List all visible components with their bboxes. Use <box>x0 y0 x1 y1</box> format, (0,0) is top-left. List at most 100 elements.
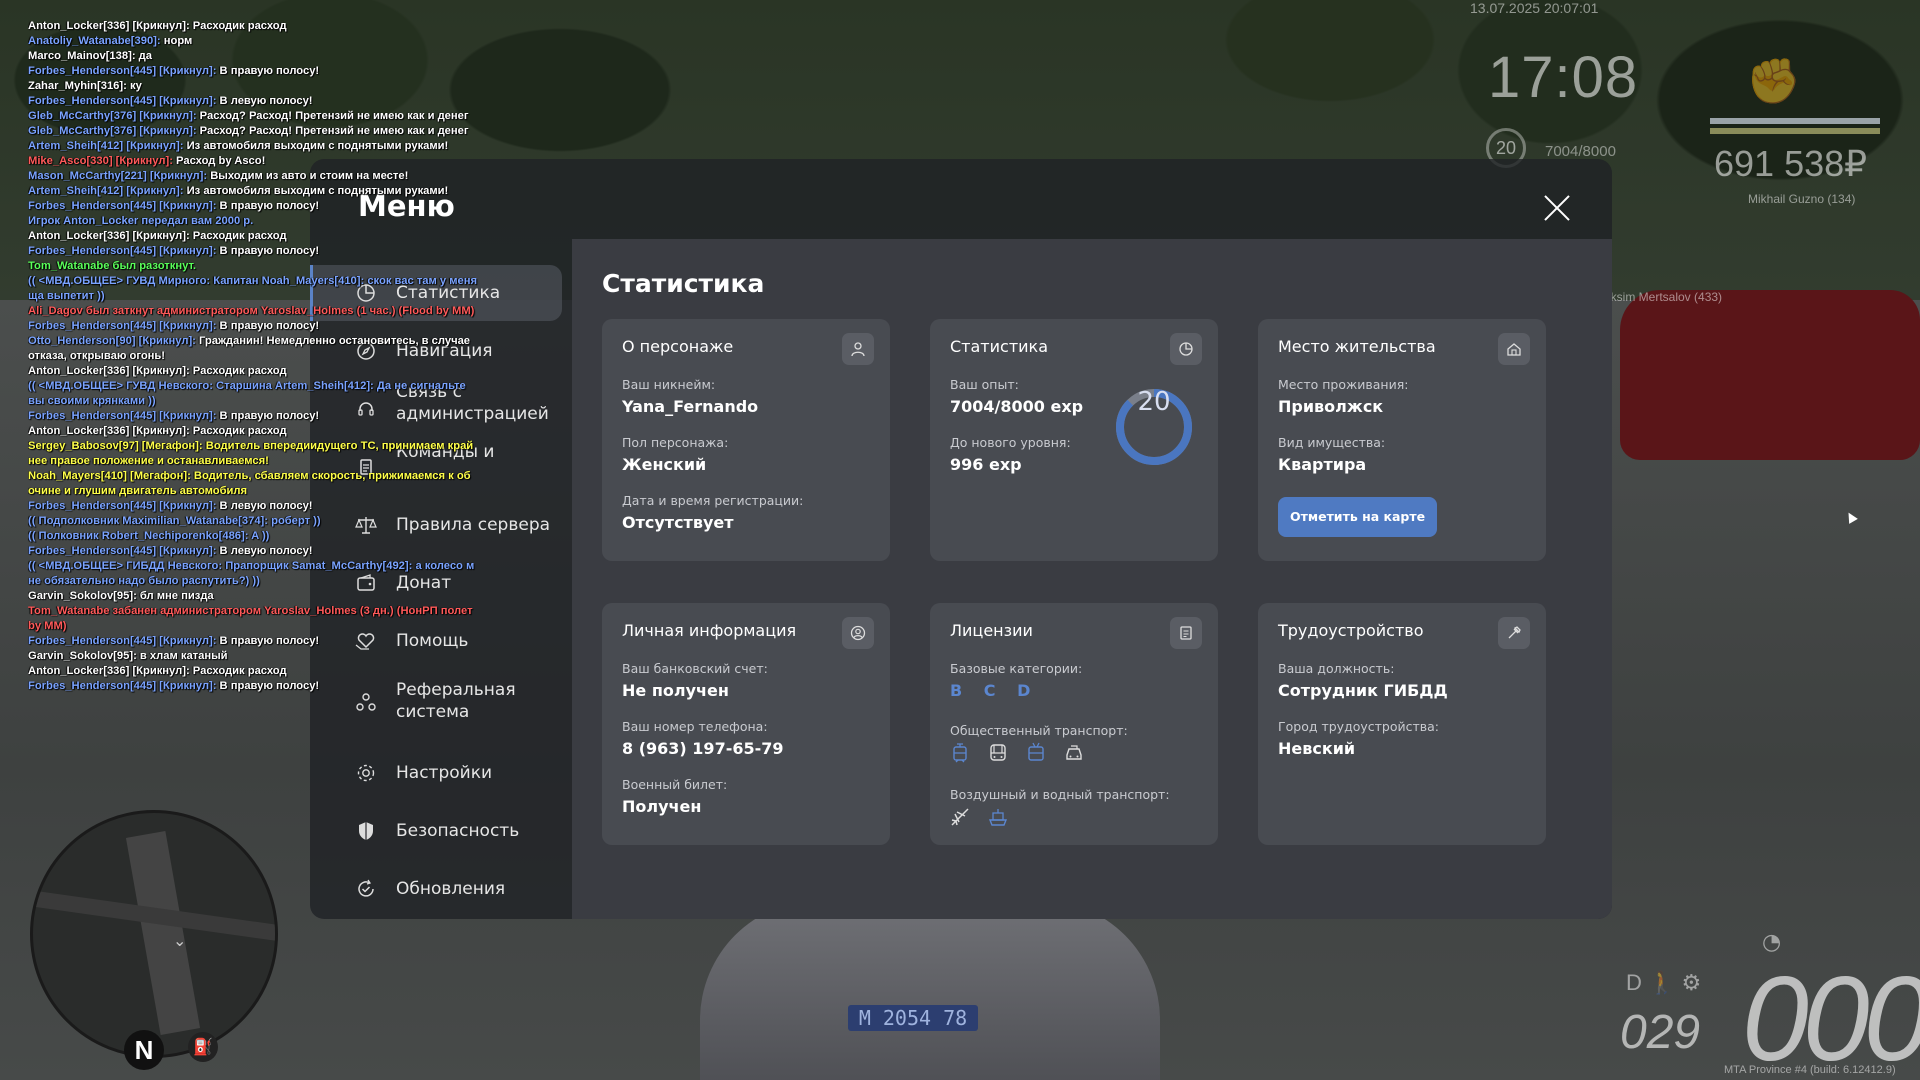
chat-sender: Forbes_Henderson[445] [Крикнул]: <box>28 635 217 647</box>
chat-sender: Sergey_Babosov[97] [Мегафон]: <box>28 440 203 452</box>
minimap-road <box>125 831 201 1035</box>
users-icon <box>354 691 378 715</box>
user-icon <box>842 333 874 365</box>
refresh-check-icon <box>354 877 378 901</box>
chat-sender: (( Полковник Robert_Nechiporenko[486]: A… <box>28 530 270 542</box>
chat-message: Выходим из авто и стоим на месте! <box>207 170 409 182</box>
property-value: Квартира <box>1278 455 1367 474</box>
chat-sender: Anton_Locker[336] [Крикнул]: <box>28 365 190 377</box>
chat-sender: вы своими крянками )) <box>28 395 156 407</box>
chat-line: Gleb_McCarthy[376] [Крикнул]: Расход? Ра… <box>28 124 508 139</box>
speedometer: 000 <box>1742 952 1920 1080</box>
chat-sender: (( Подполковник Maximilian_Watanabe[374]… <box>28 515 321 527</box>
chat-sender: Forbes_Henderson[445] [Крикнул]: <box>28 545 217 557</box>
chat-sender: Marco_Mainov[138]: <box>28 50 136 62</box>
fist-icon: ✊ <box>1746 56 1801 107</box>
chat-message: Из автомобиля выходим с поднятыми руками… <box>183 185 449 197</box>
chat-sender: Anton_Locker[336] [Крикнул]: <box>28 230 190 242</box>
chat-sender: Garvin_Sokolov[95]: <box>28 650 137 662</box>
chat-message: В левую полосу! <box>216 545 313 557</box>
chat-sender: Forbes_Henderson[445] [Крикнул]: <box>28 680 217 692</box>
close-button[interactable] <box>1542 193 1572 223</box>
card-title: Трудоустройство <box>1278 621 1424 640</box>
chat-sender: Ali_Dagov был заткнут администратором Ya… <box>28 305 475 317</box>
chat-line: Forbes_Henderson[445] [Крикнул]: В левую… <box>28 499 508 514</box>
position-value: Сотрудник ГИБДД <box>1278 681 1448 700</box>
gender-label: Пол персонажа: <box>622 435 729 450</box>
chat-line: Artem_Sheih[412] [Крикнул]: Из автомобил… <box>28 184 508 199</box>
chat-sender: Игрок Anton_Locker передал вам 2000 р. <box>28 215 254 227</box>
chat-sender: ща выпетит )) <box>28 290 105 302</box>
shield-icon <box>354 819 378 843</box>
chat-message: Расходик расход <box>189 425 287 437</box>
chat-line: Anton_Locker[336] [Крикнул]: Расходик ра… <box>28 229 508 244</box>
chat-sender: Forbes_Henderson[445] [Крикнул]: <box>28 65 217 77</box>
chat-line: Tom_Watanabe был разоткнут. <box>28 259 508 274</box>
mark-on-map-button[interactable]: Отметить на карте <box>1278 497 1438 537</box>
chat-line: Anton_Locker[336] [Крикнул]: Расходик ра… <box>28 424 508 439</box>
chat-sender: Zahar_Myhin[316]: <box>28 80 127 92</box>
base-categories-label: Базовые категории: <box>950 661 1083 676</box>
chat-line: Forbes_Henderson[445] [Крикнул]: В праву… <box>28 409 508 424</box>
chat-message: Расходик расход <box>189 365 287 377</box>
base-categories-value: B C D <box>950 681 1039 700</box>
player-nametag: aksim Mertsalov (433) <box>1604 290 1723 304</box>
gender-value: Женский <box>622 455 707 474</box>
hammer-icon <box>1498 617 1530 649</box>
player-nametag: Mikhail Guzno (134) <box>1748 192 1856 206</box>
public-transport-label: Общественный транспорт: <box>950 723 1128 738</box>
card-title: Личная информация <box>622 621 797 640</box>
exp-label: Ваш опыт: <box>950 377 1019 392</box>
chat-message: В правую полосу! <box>216 200 320 212</box>
card-experience: Статистика Ваш опыт: 7004/8000 exp До но… <box>930 319 1218 561</box>
chat-line: by MM) <box>28 619 508 634</box>
chat-message: Расход? Расход! Претензий не имею как и … <box>196 110 469 122</box>
pie-chart-icon <box>1170 333 1202 365</box>
chat-sender: очине и глушим двигатель автомобиля <box>28 485 248 497</box>
residence-label: Место проживания: <box>1278 377 1409 392</box>
chat-sender: не обязательно надо было распутить?) )) <box>28 575 260 587</box>
chat-sender: (( <МВД.ОБЩЕЕ> ГИБДД Невского: Прапорщик… <box>28 560 475 572</box>
chat-line: (( Полковник Robert_Nechiporenko[486]: A… <box>28 529 508 544</box>
build-info: MTA Province #4 (build: 6.12412.9) <box>1724 1064 1896 1076</box>
fuel-level: 029 <box>1620 1006 1701 1059</box>
taxi-icon <box>1062 741 1086 765</box>
chat-line: (( <МВД.ОБЩЕЕ> ГИБДД Невского: Прапорщик… <box>28 559 508 574</box>
chat-sender: Tom_Watanabe был разоткнут. <box>28 260 197 272</box>
chat-sender: Forbes_Henderson[445] [Крикнул]: <box>28 320 217 332</box>
chat-message: Расход? Расход! Претензий не имею как и … <box>196 125 469 137</box>
chat-line: Gleb_McCarthy[376] [Крикнул]: Расход? Ра… <box>28 109 508 124</box>
minimap: ⌄ <box>30 810 278 1058</box>
nickname-value: Yana_Fernando <box>622 397 759 416</box>
nav-item-security[interactable]: Безопасность <box>310 803 562 859</box>
chat-sender: Gleb_McCarthy[376] [Крикнул]: <box>28 110 197 122</box>
chat-sender: (( <МВД.ОБЩЕЕ> ГУВД Мирного: Капитан Noa… <box>28 275 478 287</box>
chat-sender: Artem_Sheih[412] [Крикнул]: <box>28 140 184 152</box>
job-city-label: Город трудоустройства: <box>1278 719 1440 734</box>
chat-message: норм <box>160 35 193 47</box>
chat-line: Garvin_Sokolov[95]: бл мне пизда <box>28 589 508 604</box>
chat-line: вы своими крянками )) <box>28 394 508 409</box>
chat-line: Forbes_Henderson[445] [Крикнул]: В праву… <box>28 319 508 334</box>
armor-bar <box>1710 118 1880 124</box>
registration-value: Отсутствует <box>622 513 734 532</box>
nav-item-settings[interactable]: Настройки <box>310 745 562 801</box>
card-character: О персонаже Ваш никнейм: Yana_Fernando П… <box>602 319 890 561</box>
chat-sender: Forbes_Henderson[445] [Крикнул]: <box>28 200 217 212</box>
card-title: Лицензии <box>950 621 1033 640</box>
phone-value: 8 (963) 197-65-79 <box>622 739 784 758</box>
chat-line: Forbes_Henderson[445] [Крикнул]: В праву… <box>28 244 508 259</box>
military-label: Военный билет: <box>622 777 728 792</box>
chat-line: Garvin_Sokolov[95]: в хлам катаный <box>28 649 508 664</box>
chat-line: (( Подполковник Maximilian_Watanabe[374]… <box>28 514 508 529</box>
chat-message: Расходик расход <box>189 20 287 32</box>
chat-sender: Forbes_Henderson[445] [Крикнул]: <box>28 410 217 422</box>
chat-sender: Forbes_Henderson[445] [Крикнул]: <box>28 500 217 512</box>
chat-line: Ali_Dagov был заткнут администратором Ya… <box>28 304 508 319</box>
card-licenses: Лицензии Базовые категории: B C D Общест… <box>930 603 1218 845</box>
seatbelt-icon: 🚶 <box>1648 970 1676 995</box>
engine-icon: ⚙ <box>1681 970 1702 995</box>
nav-item-updates[interactable]: Обновления <box>310 861 562 917</box>
chat-sender: (( <МВД.ОБЩЕЕ> ГУВД Невского: Старшина A… <box>28 380 466 392</box>
chat-message: В левую полосу! <box>216 500 313 512</box>
